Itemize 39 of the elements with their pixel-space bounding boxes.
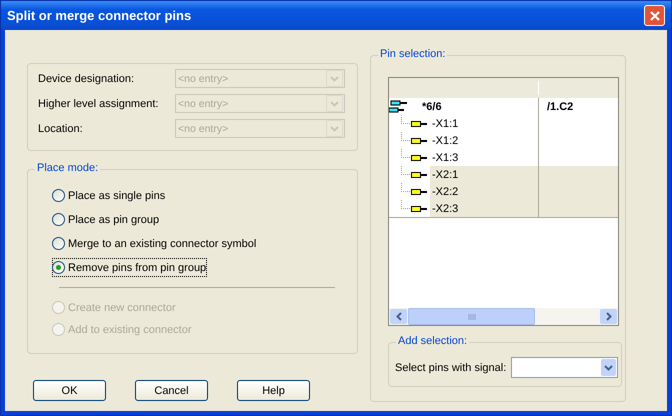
radio-option[interactable]: Place as pin group (52, 210, 160, 229)
radio-option[interactable]: Place as single pins (52, 186, 166, 205)
tree-item[interactable]: *6/6 (420, 98, 444, 115)
dialog-button[interactable]: Help (237, 380, 310, 401)
caret-icon (330, 76, 339, 82)
window-title: Split or merge connector pins (7, 8, 192, 23)
horizontal-scrollbar[interactable] (389, 308, 618, 325)
pin-icon (411, 188, 427, 194)
dialog-button[interactable]: Cancel (135, 380, 208, 401)
group-title: Add selection: (396, 335, 470, 347)
radio-option[interactable]: Remove pins from pin group (52, 258, 208, 277)
caret-icon (330, 126, 339, 132)
tree-item[interactable]: -X2:1 (430, 166, 538, 183)
grip-icon (468, 314, 476, 320)
caret-icon (604, 364, 614, 370)
pin-icon (411, 138, 427, 144)
close-button[interactable] (644, 5, 665, 26)
close-icon (648, 10, 660, 22)
pin-icon (411, 206, 427, 212)
tree-item[interactable]: -X2:2 (430, 183, 538, 200)
tree-view[interactable]: *6/6 /1.C2 -X1:1 -X1:2 -X1:3 -X2:1 -X2:2 -X2:3 (388, 77, 619, 326)
group-title: Place mode: (35, 162, 100, 174)
dialog-button[interactable]: OK (33, 380, 106, 401)
pin-icon (411, 154, 427, 160)
field-label: Higher level assignment: (38, 98, 160, 110)
group-title: Pin selection: (378, 48, 448, 60)
tree-item[interactable]: -X2:3 (430, 200, 538, 217)
pin-icon (411, 172, 427, 178)
pin-icon (411, 120, 427, 126)
radio-option[interactable]: Merge to an existing connector symbol (52, 234, 258, 253)
tree-item[interactable]: -X1:2 (430, 132, 538, 149)
field-label: Device designation: (38, 72, 136, 84)
field-label: Select pins with signal: (395, 362, 506, 374)
tree-item[interactable]: -X1:1 (430, 115, 538, 132)
field-label: Location: (38, 122, 84, 134)
tree-cell: /1.C2 (547, 100, 574, 112)
dropdown-field[interactable] (511, 357, 618, 378)
tree-item[interactable]: -X1:3 (430, 149, 538, 166)
caret-icon (330, 100, 339, 106)
